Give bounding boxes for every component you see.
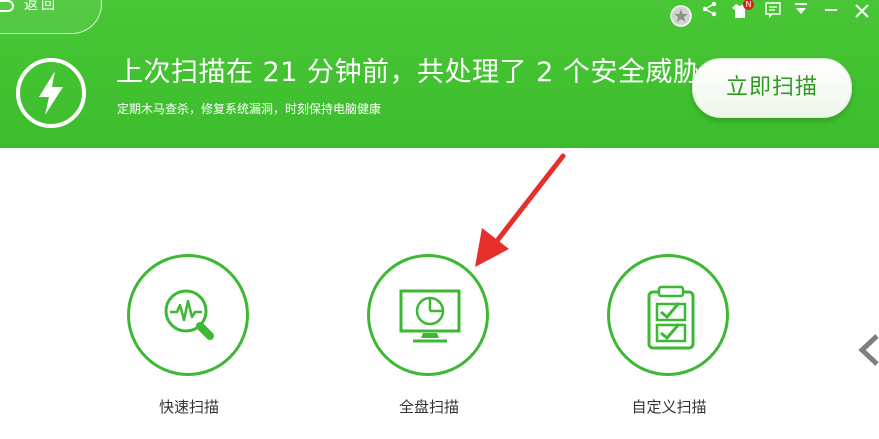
red-pointer-arrow-icon	[475, 153, 566, 267]
chevron-left-icon[interactable]	[856, 330, 879, 370]
page-title: 上次扫描在 21 分钟前，共处理了 2 个安全威胁	[116, 57, 701, 88]
full-scan-circle[interactable]	[367, 254, 489, 376]
quick-scan-circle[interactable]	[127, 254, 249, 376]
menu-icon[interactable]	[793, 0, 809, 24]
header-banner: 返回 N 上次扫描在 21 分钟前，共处理了 2 个安全威胁 定期木马查杀，修复…	[0, 0, 879, 148]
lightning-icon	[16, 58, 86, 128]
pulse-search-icon	[164, 289, 214, 340]
back-button[interactable]: 返回	[0, 0, 102, 34]
custom-scan-option[interactable]: 自定义扫描	[606, 254, 736, 424]
full-scan-option[interactable]: 全盘扫描	[366, 254, 496, 424]
avatar-icon[interactable]	[669, 4, 693, 28]
checklist-icon	[647, 285, 695, 350]
new-badge: N	[743, 0, 754, 10]
back-arrow-icon	[0, 0, 14, 12]
skin-button[interactable]: N	[731, 0, 757, 24]
minimize-icon[interactable]	[823, 0, 839, 24]
share-icon[interactable]	[701, 0, 719, 24]
close-icon[interactable]	[853, 0, 871, 24]
back-label: 返回	[24, 0, 58, 13]
quick-scan-option[interactable]: 快速扫描	[126, 254, 256, 424]
message-icon[interactable]	[765, 0, 781, 24]
scan-now-button[interactable]: 立即扫描	[692, 58, 852, 118]
page-subtitle: 定期木马查杀，修复系统漏洞，时刻保持电脑健康	[117, 102, 382, 116]
monitor-icon	[399, 289, 461, 343]
custom-scan-label[interactable]: 自定义扫描	[586, 396, 752, 417]
custom-scan-circle[interactable]	[607, 254, 729, 376]
full-scan-label[interactable]: 全盘扫描	[346, 396, 512, 417]
quick-scan-label[interactable]: 快速扫描	[106, 396, 272, 417]
